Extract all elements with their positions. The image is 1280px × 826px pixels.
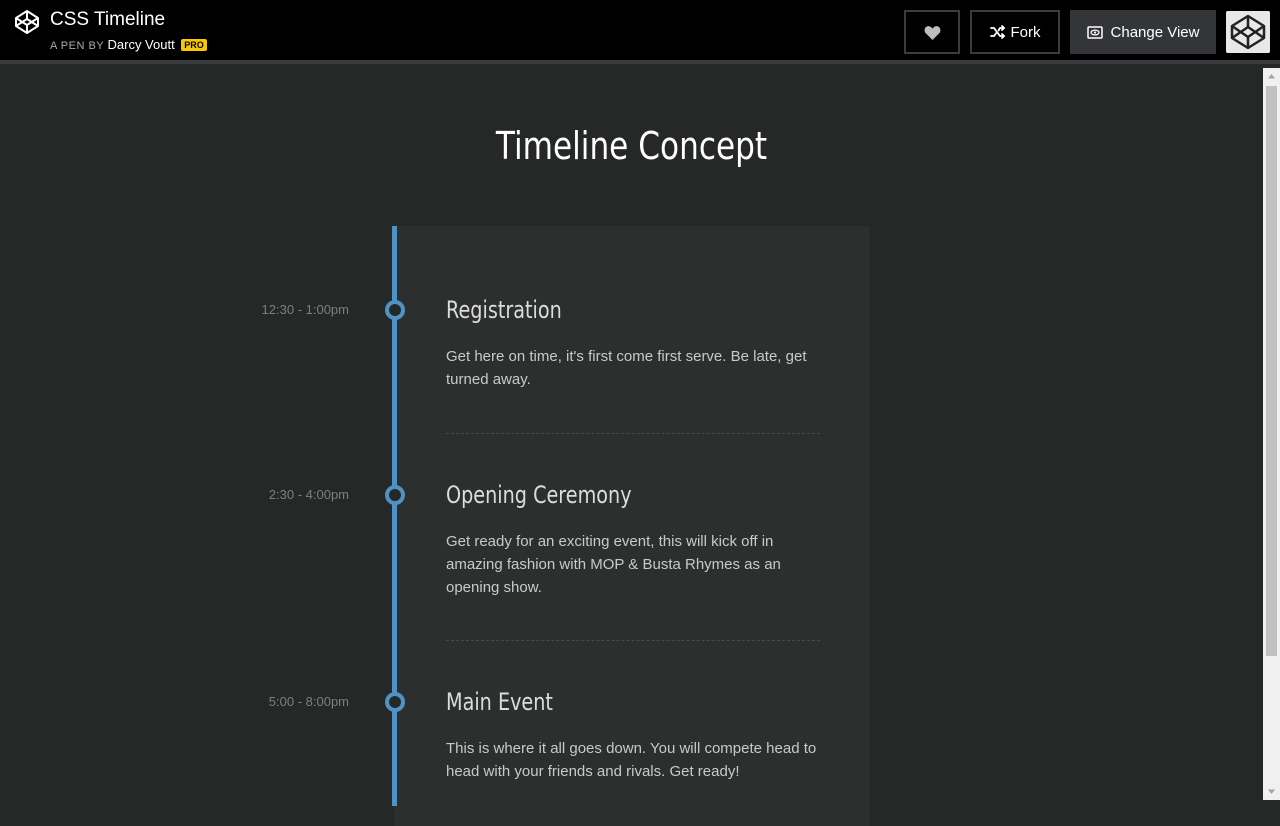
change-view-button[interactable]: Change View [1070, 10, 1216, 54]
event-description: Get here on time, it's first come first … [446, 348, 807, 388]
timeline-dot-icon [385, 692, 405, 712]
codepen-logo-icon[interactable] [14, 9, 40, 35]
scroll-up-arrow-icon[interactable] [1263, 68, 1280, 85]
event-divider [446, 640, 820, 641]
scrollbar-thumb[interactable] [1266, 86, 1277, 656]
author-link[interactable]: Darcy Voutt [108, 37, 175, 52]
pen-title: CSS Timeline [50, 9, 166, 30]
pen-byline: A PEN BY Darcy Voutt PRO [50, 37, 207, 52]
fork-icon [989, 25, 1005, 39]
timeline-dot-icon [385, 300, 405, 320]
event-time: 2:30 - 4:00pm [268, 487, 349, 502]
page-title: Timeline Concept [495, 124, 768, 168]
user-avatar[interactable] [1226, 11, 1270, 53]
timeline-dot-icon [385, 485, 405, 505]
vertical-scrollbar[interactable] [1263, 68, 1280, 800]
event-divider [446, 433, 820, 434]
heart-button[interactable] [904, 10, 960, 54]
event-title: Opening Ceremony [446, 481, 632, 509]
avatar-logo-icon [1226, 11, 1270, 53]
pen-header: CSS Timeline A PEN BY Darcy Voutt PRO Fo… [0, 0, 1280, 64]
event-title: Main Event [446, 688, 553, 716]
pro-badge: PRO [181, 39, 207, 51]
change-view-label: Change View [1110, 23, 1200, 41]
event-time: 12:30 - 1:00pm [261, 302, 349, 317]
event-description: This is where it all goes down. You will… [446, 740, 817, 780]
byline-prefix: A PEN BY [50, 40, 104, 52]
fork-button[interactable]: Fork [970, 10, 1060, 54]
heart-icon [924, 25, 940, 40]
scroll-down-arrow-icon[interactable] [1263, 783, 1280, 800]
event-title: Registration [446, 296, 562, 324]
fork-label: Fork [1010, 23, 1041, 41]
event-time: 5:00 - 8:00pm [268, 694, 349, 709]
event-description: Get ready for an exciting event, this wi… [446, 533, 781, 596]
change-view-icon [1086, 25, 1103, 39]
